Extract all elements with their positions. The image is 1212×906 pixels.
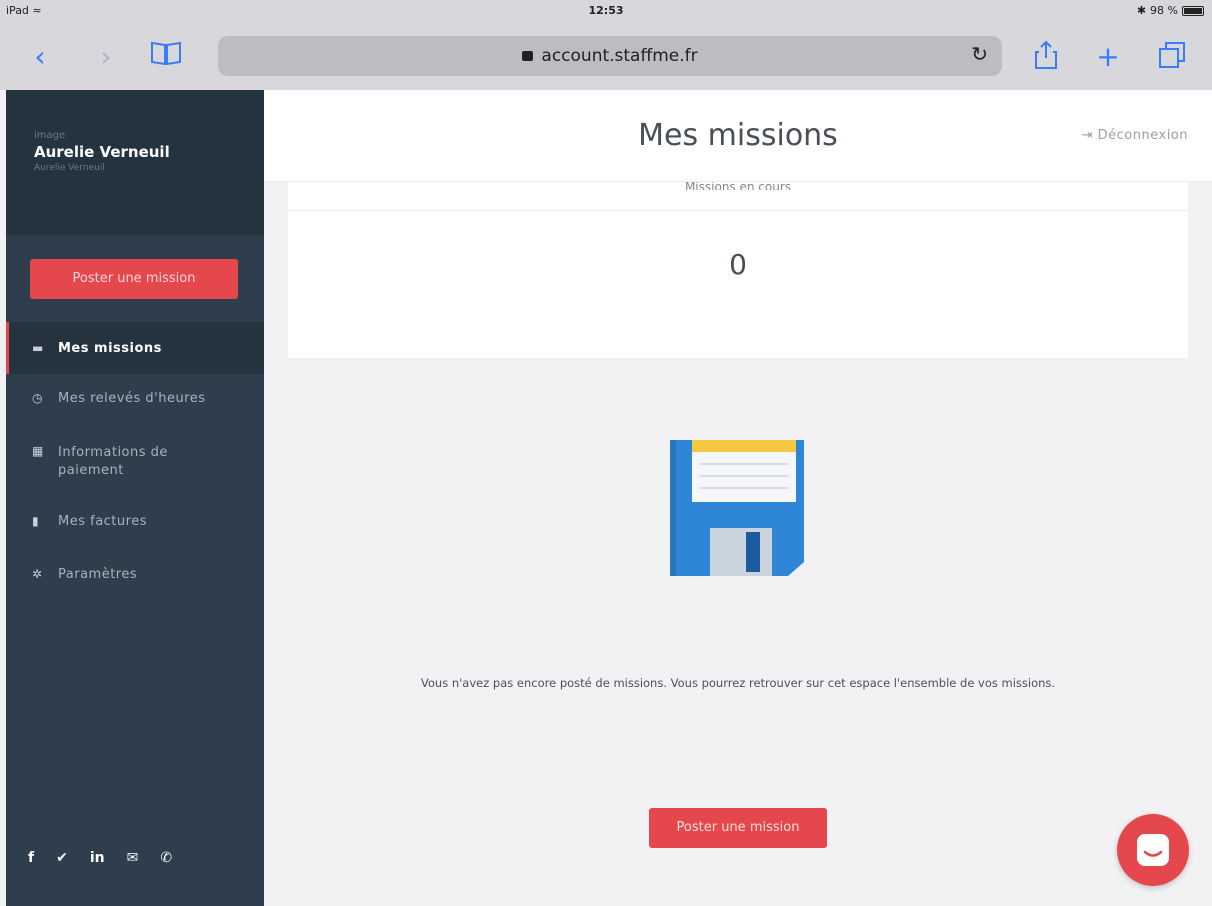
battery-indicator: ✱ 98 % — [1137, 4, 1204, 17]
address-bar[interactable]: account.staffme.fr ↻ — [218, 36, 1002, 76]
stats-card: Missions en cours 0 — [288, 180, 1188, 358]
calendar-icon: ▦ — [32, 444, 44, 458]
sidebar-item-label: Informations de paiement — [58, 445, 168, 478]
tabs-icon[interactable] — [1152, 40, 1192, 74]
lock-icon — [522, 51, 534, 61]
main-content: Missions en cours 0 Mes missions ⇥ Décon… — [264, 90, 1212, 906]
profile-header: image Aurelie Verneuil Aurelie Verneuil — [6, 90, 264, 235]
page-title: Mes missions — [638, 118, 838, 153]
user-name: Aurelie Verneuil — [34, 143, 170, 161]
sidebar-item-label: Mes missions — [58, 340, 162, 356]
phone-icon[interactable]: ✆ — [160, 850, 172, 866]
new-tab-icon[interactable]: + — [1088, 40, 1128, 74]
sidebar-item-paiement[interactable]: ▦ Informations de paiement — [6, 444, 264, 480]
linkedin-icon[interactable]: in — [90, 850, 105, 866]
logout-icon: ⇥ — [1081, 128, 1098, 143]
logout-link[interactable]: ⇥ Déconnexion — [1082, 128, 1188, 143]
sidebar-item-mes-missions[interactable]: ▬ Mes missions — [6, 322, 264, 374]
file-icon: ▮ — [32, 514, 40, 528]
post-mission-button-main[interactable]: Poster une mission — [649, 808, 827, 848]
battery-icon — [1182, 5, 1204, 16]
missions-count: 0 — [729, 248, 747, 281]
sidebar-item-label: Paramètres — [58, 567, 138, 582]
card-divider — [288, 210, 1188, 211]
bookmarks-icon[interactable] — [146, 40, 186, 74]
chat-icon — [1137, 834, 1169, 866]
user-subtitle: Aurelie Verneuil — [34, 163, 105, 173]
clock-icon: ◷ — [32, 391, 43, 405]
share-icon[interactable] — [1026, 40, 1066, 74]
url-text: account.staffme.fr — [218, 46, 1002, 66]
folder-icon: ▬ — [32, 341, 44, 355]
clock: 12:53 — [588, 4, 624, 17]
gears-icon: ✲ — [32, 567, 43, 581]
mail-icon[interactable]: ✉ — [127, 850, 139, 866]
sidebar-item-releves-heures[interactable]: ◷ Mes relevés d'heures — [6, 391, 264, 406]
reload-icon[interactable]: ↻ — [971, 42, 988, 66]
sidebar-item-factures[interactable]: ▮ Mes factures — [6, 514, 264, 529]
forward-arrow-icon[interactable]: › — [86, 40, 126, 74]
twitter-icon[interactable]: ✔ — [56, 850, 68, 866]
post-mission-button[interactable]: Poster une mission — [30, 259, 238, 299]
sidebar: image Aurelie Verneuil Aurelie Verneuil … — [6, 90, 264, 906]
chat-button[interactable] — [1117, 814, 1189, 886]
back-arrow-icon[interactable]: ‹ — [20, 40, 60, 74]
sidebar-item-parametres[interactable]: ✲ Paramètres — [6, 567, 264, 582]
empty-state-message: Vous n'avez pas encore posté de missions… — [420, 676, 1056, 690]
profile-image-placeholder: image — [34, 130, 66, 141]
sidebar-item-label: Mes relevés d'heures — [58, 391, 206, 406]
social-links: f ✔ in ✉ ✆ — [28, 850, 172, 866]
floppy-disk-illustration — [666, 436, 808, 578]
browser-toolbar: ‹ › account.staffme.fr ↻ + — [0, 26, 1212, 90]
facebook-icon[interactable]: f — [28, 850, 34, 866]
sidebar-item-label: Mes factures — [58, 514, 147, 529]
ios-status-bar: iPad ≈ 12:53 ✱ 98 % — [0, 0, 1212, 26]
page-header: Mes missions ⇥ Déconnexion — [264, 90, 1212, 182]
